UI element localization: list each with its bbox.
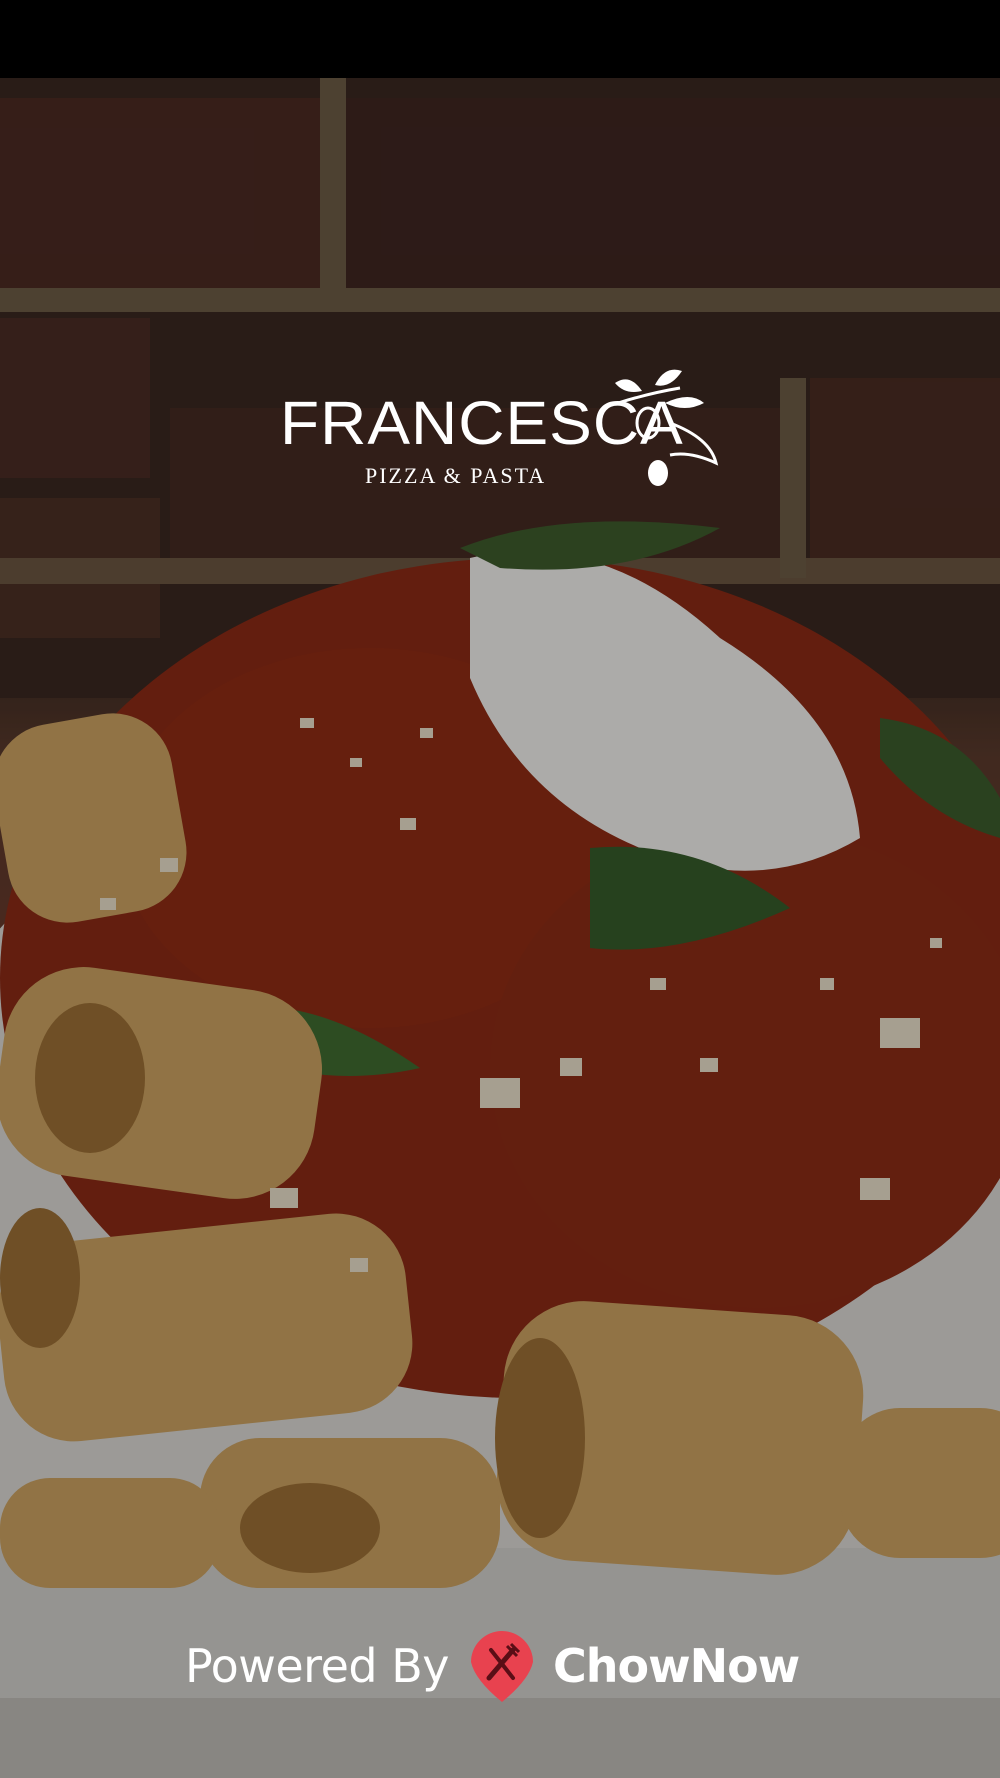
logo-name: FRANCESCA bbox=[280, 388, 684, 458]
status-bar bbox=[0, 0, 1000, 78]
powered-by-label: Powered By bbox=[185, 1639, 449, 1693]
francesca-logo: FRANCESCA PIZZA & PASTA bbox=[270, 363, 730, 493]
splash-background-photo: FRANCESCA PIZZA & PASTA bbox=[0, 78, 1000, 1778]
background-dim-overlay bbox=[0, 78, 1000, 1778]
logo-tagline: PIZZA & PASTA bbox=[365, 463, 547, 488]
chownow-fork-knife-icon bbox=[470, 1630, 533, 1702]
chownow-brand-label: ChowNow bbox=[552, 1639, 800, 1693]
powered-by-footer: Powered By ChowNow bbox=[185, 1626, 825, 1706]
